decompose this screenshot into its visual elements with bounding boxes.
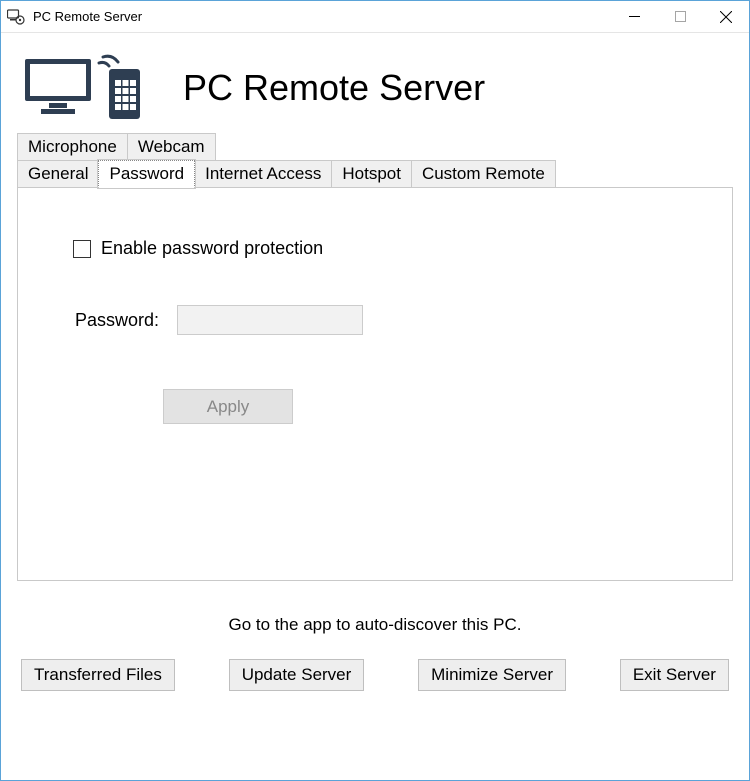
app-icon <box>7 8 25 26</box>
discover-text: Go to the app to auto-discover this PC. <box>1 615 749 635</box>
tab-label: Microphone <box>28 137 117 156</box>
tab-general[interactable]: General <box>17 160 99 188</box>
password-input[interactable] <box>177 305 363 335</box>
header: PC Remote Server <box>1 33 749 133</box>
tab-custom-remote[interactable]: Custom Remote <box>411 160 556 188</box>
enable-password-checkbox[interactable] <box>73 240 91 258</box>
app-logo-icon <box>23 53 143 123</box>
window-title: PC Remote Server <box>33 9 611 24</box>
tab-label: Webcam <box>138 137 205 156</box>
tab-webcam[interactable]: Webcam <box>127 133 216 161</box>
tab-row-2: General Password Internet Access Hotspot… <box>17 160 733 187</box>
tab-label: Custom Remote <box>422 164 545 183</box>
tab-label: Password <box>109 164 184 183</box>
tab-hotspot[interactable]: Hotspot <box>331 160 412 188</box>
minimize-window-button[interactable] <box>611 1 657 32</box>
tab-password[interactable]: Password <box>98 160 195 188</box>
apply-button-label: Apply <box>207 397 250 417</box>
enable-password-label: Enable password protection <box>101 238 323 259</box>
tab-label: Internet Access <box>205 164 321 183</box>
tab-internet-access[interactable]: Internet Access <box>194 160 332 188</box>
enable-password-row: Enable password protection <box>73 238 677 259</box>
button-label: Update Server <box>242 665 352 684</box>
update-server-button[interactable]: Update Server <box>229 659 365 691</box>
button-label: Minimize Server <box>431 665 553 684</box>
transferred-files-button[interactable]: Transferred Files <box>21 659 175 691</box>
apply-button[interactable]: Apply <box>163 389 293 424</box>
minimize-server-button[interactable]: Minimize Server <box>418 659 566 691</box>
tab-row-1: Microphone Webcam <box>17 133 733 160</box>
tab-label: General <box>28 164 88 183</box>
page-title: PC Remote Server <box>183 67 485 109</box>
bottom-buttons-row: Transferred Files Update Server Minimize… <box>1 635 749 711</box>
exit-server-button[interactable]: Exit Server <box>620 659 729 691</box>
titlebar: PC Remote Server <box>1 1 749 33</box>
app-window: PC Remote Server <box>0 0 750 781</box>
button-label: Exit Server <box>633 665 716 684</box>
button-label: Transferred Files <box>34 665 162 684</box>
tab-label: Hotspot <box>342 164 401 183</box>
tab-panel-password: Enable password protection Password: App… <box>17 187 733 581</box>
password-row: Password: <box>75 305 677 335</box>
password-label: Password: <box>75 310 159 331</box>
tabs-area: Microphone Webcam General Password Inter… <box>1 133 749 581</box>
tab-microphone[interactable]: Microphone <box>17 133 128 161</box>
close-window-button[interactable] <box>703 1 749 32</box>
maximize-window-button <box>657 1 703 32</box>
window-controls <box>611 1 749 32</box>
